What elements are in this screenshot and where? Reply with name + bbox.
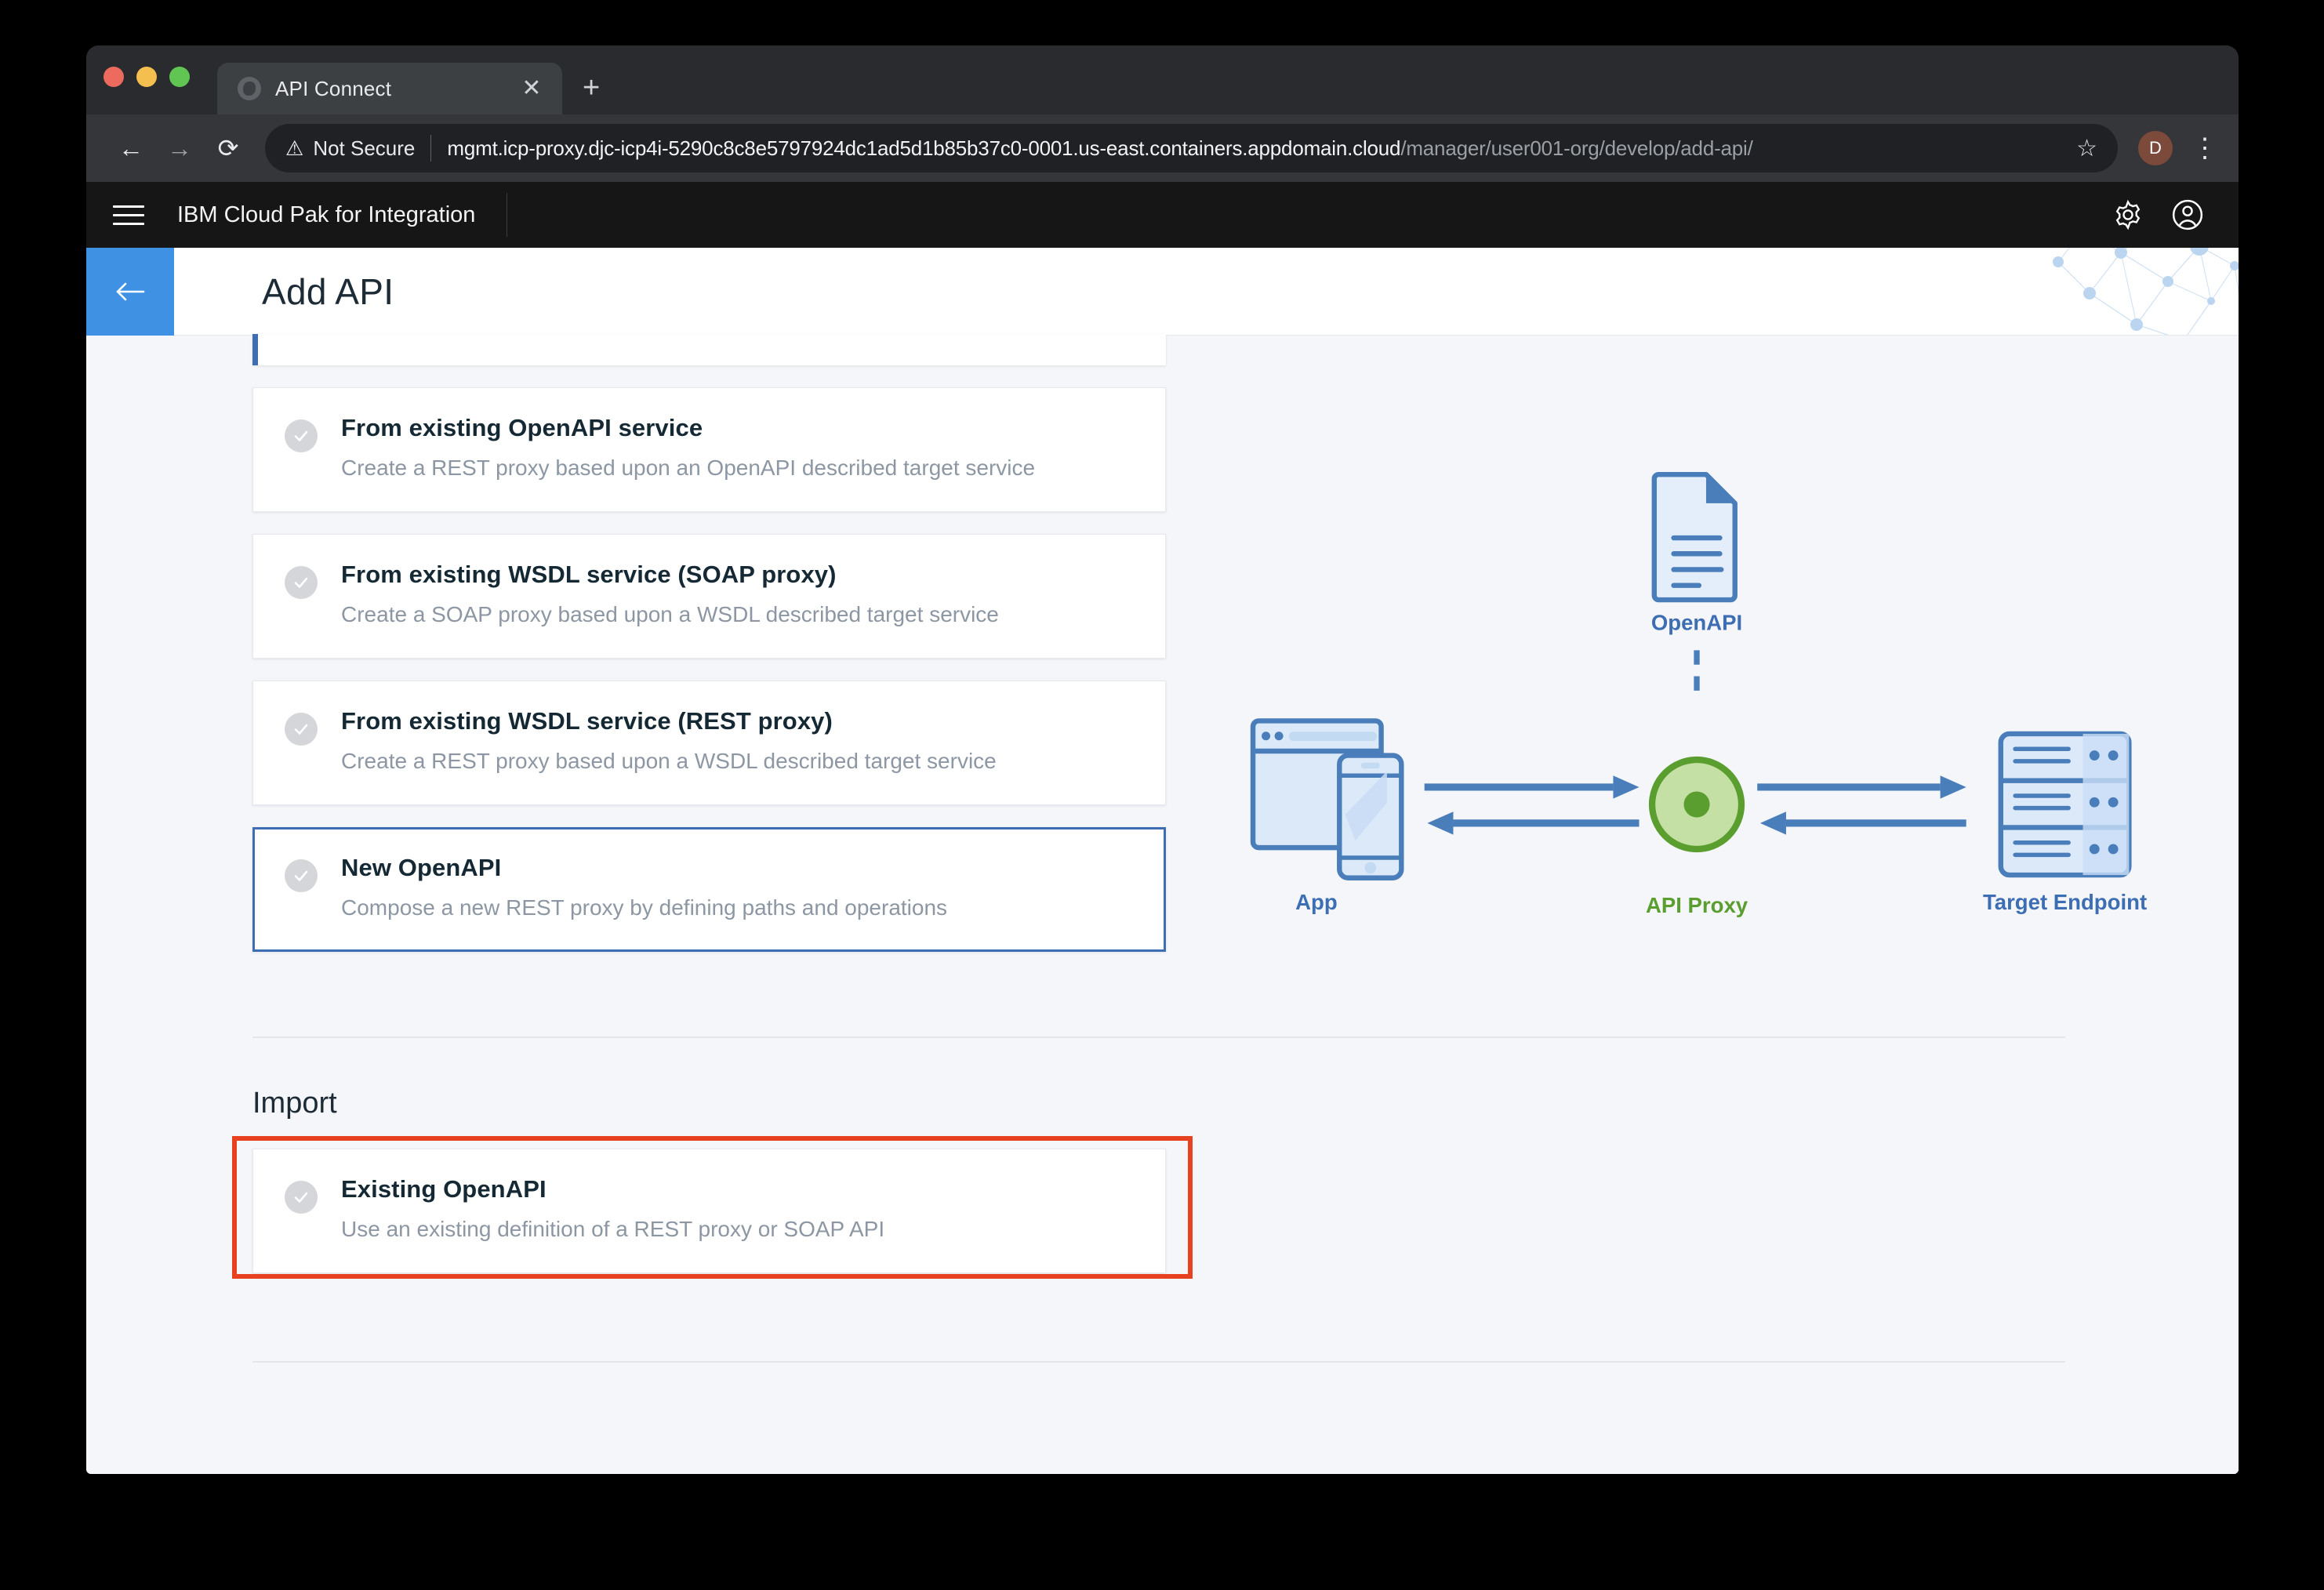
openapi-label: OpenAPI xyxy=(1651,611,1742,635)
option-title: From existing WSDL service (SOAP proxy) xyxy=(341,561,837,589)
page-content: From existing OpenAPI service Create a R… xyxy=(174,334,2239,1474)
target-endpoint-label: Target Endpoint xyxy=(1983,890,2147,914)
check-circle-icon xyxy=(285,419,318,452)
new-tab-button[interactable]: + xyxy=(583,71,600,105)
architecture-diagram-column: OpenAPI App API Proxy Target Endpoint xyxy=(1244,336,2239,1474)
option-description: Compose a new REST proxy by defining pat… xyxy=(341,895,948,920)
option-text: From existing OpenAPI service Create a R… xyxy=(341,414,1134,481)
option-text: From existing WSDL service (REST proxy) … xyxy=(341,708,1134,775)
option-description: Create a REST proxy based upon a WSDL de… xyxy=(341,749,997,774)
page-container: Add API From existing OpenAPI service Cr… xyxy=(86,248,2239,1474)
url-omnibox[interactable]: ⚠ Not Secure mgmt.icp-proxy.djc-icp4i-52… xyxy=(265,124,2118,172)
not-secure-warning-icon: ⚠ xyxy=(285,136,304,160)
option-card-existing-openapi[interactable]: Existing OpenAPI Use an existing definit… xyxy=(252,1149,1166,1274)
target-endpoint-icon xyxy=(1998,731,2132,878)
reload-icon[interactable]: ⟳ xyxy=(204,124,252,172)
api-proxy-icon xyxy=(1648,756,1745,853)
user-account-icon[interactable] xyxy=(2163,191,2212,239)
api-proxy-architecture-diagram: OpenAPI App API Proxy Target Endpoint xyxy=(1250,471,2147,917)
page-title: Add API xyxy=(262,270,394,312)
option-card-from-existing-wsdl-soap-proxy[interactable]: From existing WSDL service (SOAP proxy) … xyxy=(252,534,1166,659)
option-card-from-existing-openapi-service[interactable]: From existing OpenAPI service Create a R… xyxy=(252,387,1166,513)
url-path: /manager/user001-org/develop/add-api/ xyxy=(1400,136,1753,160)
back-button[interactable] xyxy=(86,248,174,336)
page-title-bar: Add API xyxy=(174,248,2239,336)
browser-window: API Connect ✕ + ← → ⟳ ⚠ Not Secure mgmt.… xyxy=(86,45,2239,1474)
option-card-partial-clipped[interactable] xyxy=(252,334,1166,365)
omnibox-divider xyxy=(430,135,432,162)
app-header: IBM Cloud Pak for Integration xyxy=(86,182,2239,248)
app-label: App xyxy=(1295,890,1338,914)
back-rail xyxy=(86,248,174,1474)
check-circle-icon xyxy=(285,713,318,746)
hamburger-menu-icon[interactable] xyxy=(108,194,149,235)
option-title: From existing WSDL service (REST proxy) xyxy=(341,707,833,735)
network-graph-watermark xyxy=(2053,248,2239,335)
globe-icon xyxy=(238,77,261,100)
check-circle-icon xyxy=(285,859,318,893)
app-title: IBM Cloud Pak for Integration xyxy=(177,201,476,227)
profile-avatar[interactable]: D xyxy=(2138,131,2173,165)
url-text: mgmt.icp-proxy.djc-icp4i-5290c8c8e579792… xyxy=(447,136,1752,161)
close-tab-icon[interactable]: ✕ xyxy=(518,77,545,100)
option-text: Existing OpenAPI Use an existing definit… xyxy=(341,1176,1134,1243)
gear-icon[interactable] xyxy=(2104,191,2152,239)
import-card-wrapper: Existing OpenAPI Use an existing definit… xyxy=(232,1136,1213,1280)
api-proxy-label: API Proxy xyxy=(1646,893,1748,917)
window-traffic-lights xyxy=(103,67,190,87)
back-navigation-icon[interactable]: ← xyxy=(107,124,155,172)
browser-tab-strip: API Connect ✕ + xyxy=(86,45,2239,114)
option-title: New OpenAPI xyxy=(341,854,502,882)
security-status-label: Not Secure xyxy=(313,136,416,160)
browser-address-bar: ← → ⟳ ⚠ Not Secure mgmt.icp-proxy.djc-ic… xyxy=(86,114,2239,182)
tab-title: API Connect xyxy=(275,76,392,100)
header-actions xyxy=(2104,191,2239,239)
maximize-window-button[interactable] xyxy=(169,67,190,87)
openapi-document-icon xyxy=(1651,471,1738,603)
forward-navigation-icon[interactable]: → xyxy=(155,124,204,172)
option-description: Use an existing definition of a REST pro… xyxy=(341,1217,885,1242)
option-card-new-openapi[interactable]: New OpenAPI Compose a new REST proxy by … xyxy=(252,827,1166,953)
option-text: From existing WSDL service (SOAP proxy) … xyxy=(341,561,1134,628)
proxy-to-target-arrows xyxy=(1757,775,1966,835)
option-description: Create a SOAP proxy based upon a WSDL de… xyxy=(341,602,999,627)
option-card-from-existing-wsdl-rest-proxy[interactable]: From existing WSDL service (REST proxy) … xyxy=(252,681,1166,806)
page-main: Add API From existing OpenAPI service Cr… xyxy=(174,248,2239,1474)
check-circle-icon xyxy=(285,1181,318,1214)
import-section-title: Import xyxy=(252,1087,337,1120)
close-window-button[interactable] xyxy=(103,67,124,87)
app-icon xyxy=(1250,718,1404,880)
check-circle-icon xyxy=(285,566,318,600)
option-title: From existing OpenAPI service xyxy=(341,414,703,441)
minimize-window-button[interactable] xyxy=(136,67,157,87)
app-to-proxy-arrows xyxy=(1424,775,1640,835)
browser-menu-icon[interactable]: ⋮ xyxy=(2191,134,2218,162)
options-column: From existing OpenAPI service Create a R… xyxy=(174,334,2065,1474)
option-text: New OpenAPI Compose a new REST proxy by … xyxy=(341,855,1134,921)
browser-tab-api-connect[interactable]: API Connect ✕ xyxy=(217,63,562,114)
option-title: Existing OpenAPI xyxy=(341,1175,547,1203)
bookmark-star-icon[interactable]: ☆ xyxy=(2057,135,2097,162)
option-description: Create a REST proxy based upon an OpenAP… xyxy=(341,456,1036,481)
url-host: mgmt.icp-proxy.djc-icp4i-5290c8c8e579792… xyxy=(447,136,1401,160)
